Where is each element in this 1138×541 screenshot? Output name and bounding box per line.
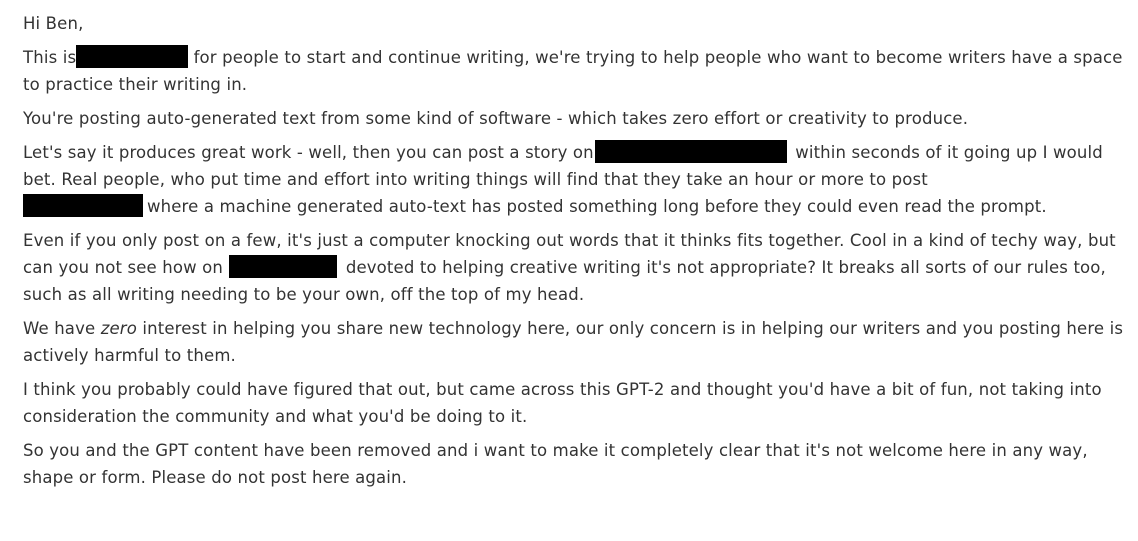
redaction-block — [23, 194, 143, 217]
paragraph-7: So you and the GPT content have been rem… — [23, 441, 1088, 487]
emphasis-zero: zero — [100, 319, 137, 338]
message-body: Hi Ben, This is for people to start and … — [23, 10, 1131, 498]
paragraph-1-start: This is — [23, 48, 77, 67]
paragraph-1-rest: for people to start and continue writing… — [23, 48, 1123, 94]
paragraph-2: You're posting auto-generated text from … — [23, 109, 969, 128]
paragraph-4: Even if you only post on a few, it's jus… — [23, 227, 1131, 308]
greeting: Hi Ben, — [23, 14, 84, 33]
paragraph-5: We have zero interest in helping you sha… — [23, 315, 1131, 369]
redaction-block — [229, 255, 338, 278]
redaction-block — [76, 45, 189, 68]
paragraph-5-start: We have — [23, 319, 101, 338]
paragraph-3-start: Let's say it produces great work - well,… — [23, 143, 594, 162]
paragraph-1: This is for people to start and continue… — [23, 44, 1131, 98]
paragraph-3-end: where a machine generated auto-text has … — [147, 197, 1047, 216]
redaction-block — [594, 140, 787, 163]
paragraph-3: Let's say it produces great work - well,… — [23, 139, 1131, 220]
paragraph-6: I think you probably could have figured … — [23, 380, 1102, 426]
paragraph-5-rest: interest in helping you share new techno… — [23, 319, 1124, 365]
